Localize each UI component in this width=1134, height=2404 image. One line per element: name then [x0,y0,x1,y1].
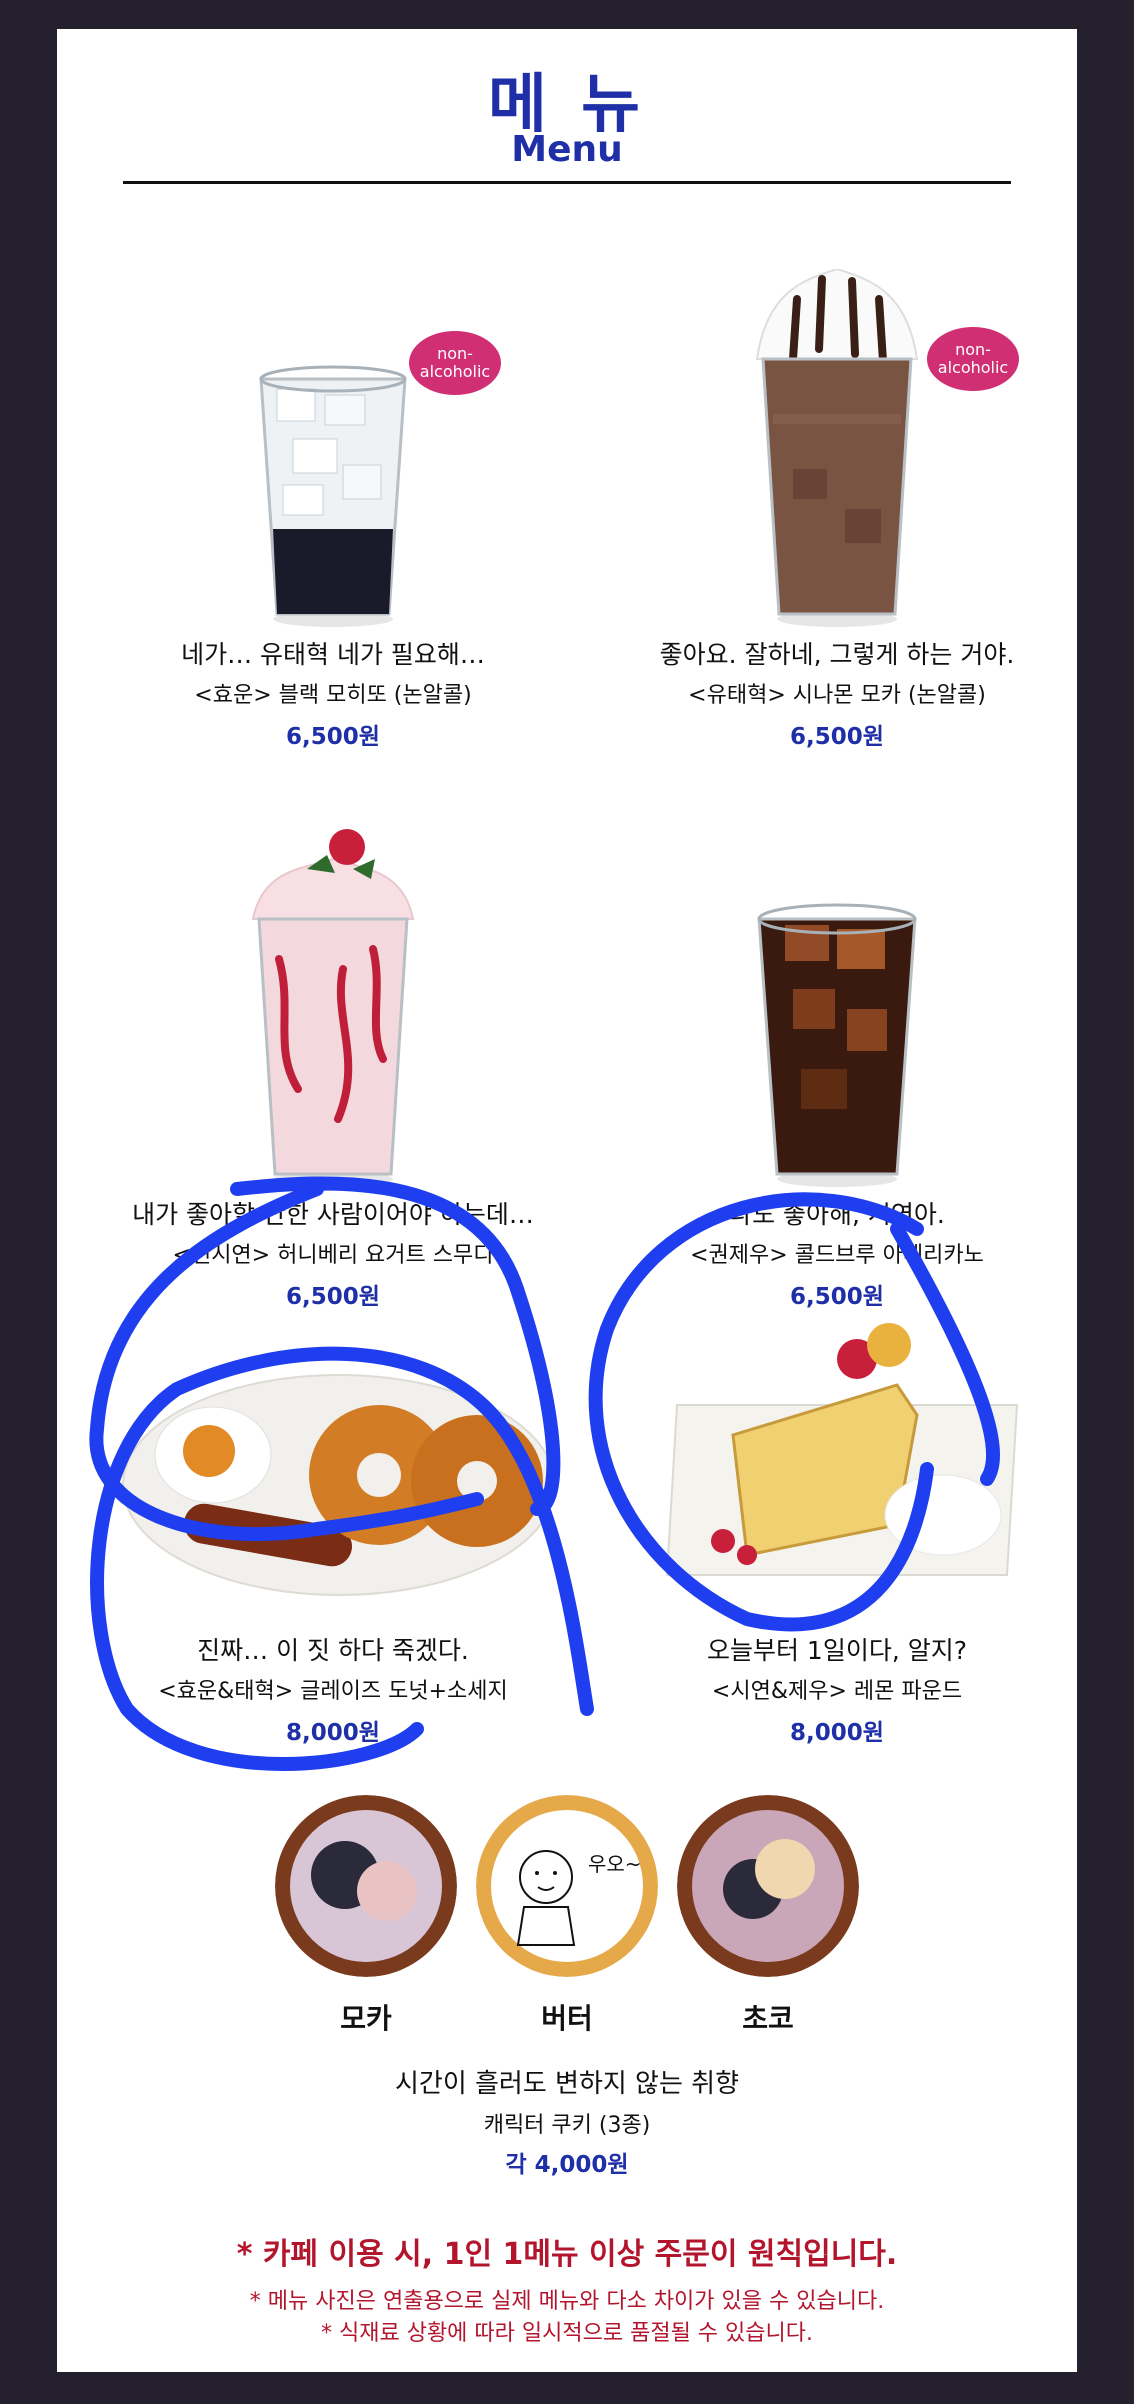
item-price: 8,000원 [286,1720,380,1746]
title-divider [123,181,1011,184]
item-tagline: 좋아요. 잘하네, 그렇게 하는 거야. [659,640,1015,669]
item-tagline: 오늘부터 1일이다, 알지? [706,1636,968,1665]
black-mojito-image [259,365,407,627]
cookie-tagline: 시간이 흘러도 변하지 않는 취향 [394,2069,740,2099]
butter-cookie-doodle-text: 우오~ [588,1852,642,1876]
coldbrew-americano-image [757,903,917,1187]
cookie-label-butter: 버터 [541,2002,593,2035]
cookie-name: 캐릭터 쿠키 (3종) [483,2113,651,2138]
cookie-label-choco: 초코 [742,2002,794,2035]
item-name: <유태혁> 시나몬 모카 (논알콜) [688,683,986,708]
lemon-pound-image [665,1323,1019,1576]
item-tagline: 내가 좋아할 만한 사람이어야 하는데… [132,1200,534,1229]
choco-cookie-image [677,1795,859,1977]
item-name: <효운> 블랙 모히또 (논알콜) [194,683,472,708]
order-policy-notice: * 카페 이용 시, 1인 1메뉴 이상 주문이 원칙입니다. [236,2237,898,2272]
cinnamon-mocha-image [755,269,919,627]
photo-disclaimer: * 메뉴 사진은 연출용으로 실제 메뉴와 다소 차이가 있을 수 있습니다. [249,2289,885,2314]
mocha-cookie-image [275,1795,457,1977]
item-price: 8,000원 [790,1720,884,1746]
page-subtitle: Menu [511,129,623,170]
item-price: 6,500원 [286,724,380,750]
item-tagline: 진짜… 이 짓 하다 죽겠다. [197,1636,469,1665]
honeyberry-smoothie-image [251,829,415,1187]
item-tagline: 네가… 유태혁 네가 필요해… [181,640,485,669]
item-price: 6,500원 [790,724,884,750]
item-name: <시연&제우> 레몬 파운드 [711,1679,963,1704]
item-tagline: 나도 좋아해, 시연아. [729,1200,945,1229]
menu-page: 메 뉴 Menu non- alcoholic 네가… 유태혁 네가 필요해… … [57,29,1077,2372]
donut-sausage-image [122,1374,556,1596]
butter-cookie-image: 우오~ [476,1795,658,1977]
cookie-price: 각 4,000원 [505,2152,629,2178]
soldout-disclaimer: * 식재료 상황에 따라 일시적으로 품절될 수 있습니다. [321,2321,813,2346]
item-name: <효운&태혁> 글레이즈 도넛+소세지 [158,1679,508,1704]
cookie-label-mocha: 모카 [340,2002,392,2035]
non-alcoholic-badge: non- alcoholic [927,327,1019,391]
non-alcoholic-badge: non- alcoholic [409,331,501,395]
